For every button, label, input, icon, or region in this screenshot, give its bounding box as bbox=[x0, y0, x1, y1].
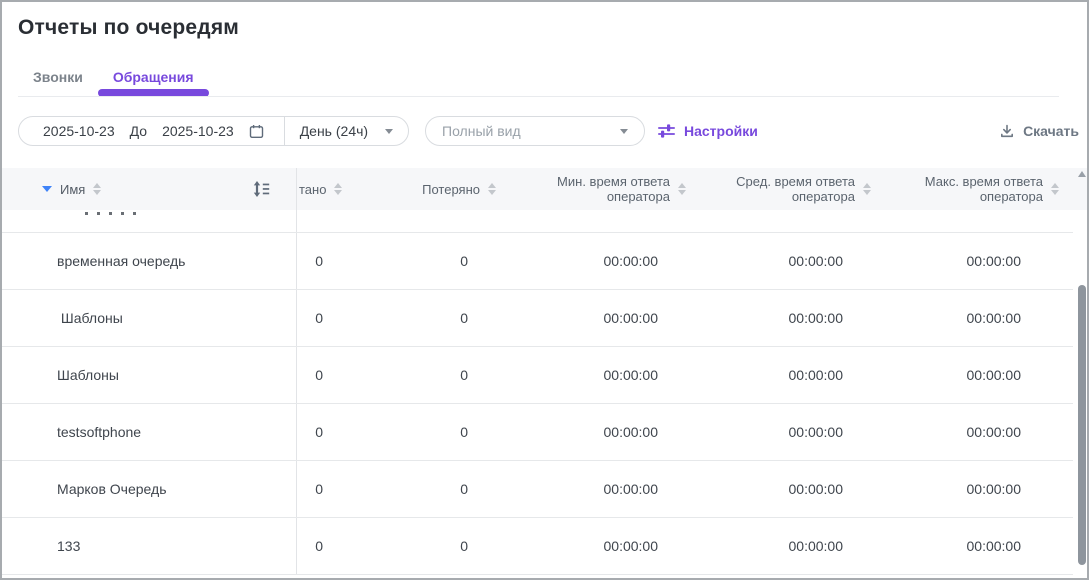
sort-icon[interactable] bbox=[1051, 183, 1059, 195]
tab-calls[interactable]: Звонки bbox=[18, 58, 98, 96]
handled-cell: 0 bbox=[297, 290, 365, 346]
sort-icon[interactable] bbox=[93, 183, 101, 195]
date-separator-label: До bbox=[130, 123, 147, 139]
chevron-down-icon bbox=[620, 129, 628, 134]
sort-icon[interactable] bbox=[334, 183, 342, 195]
column-header-lost[interactable]: Потеряно bbox=[365, 168, 510, 210]
min-response-cell: 00:00:00 bbox=[510, 404, 700, 460]
table-row[interactable]: Шаблоны 0 0 00:00:00 00:00:00 00:00:00 bbox=[2, 290, 1073, 347]
table-row[interactable]: Шаблоны 0 0 00:00:00 00:00:00 00:00:00 bbox=[2, 347, 1073, 404]
column-label: тано bbox=[299, 182, 326, 197]
download-label: Скачать bbox=[1023, 123, 1079, 139]
download-icon bbox=[999, 123, 1015, 139]
table-row[interactable]: 133 0 0 00:00:00 00:00:00 00:00:00 bbox=[2, 518, 1073, 575]
max-response-cell: 00:00:00 bbox=[885, 233, 1073, 289]
queue-name-cell: Шаблоны bbox=[2, 347, 297, 403]
handled-cell: 0 bbox=[297, 347, 365, 403]
column-header-max-response[interactable]: Макс. время ответа оператора bbox=[885, 168, 1087, 210]
max-response-cell: 00:00:00 bbox=[885, 404, 1073, 460]
column-label: Потеряно bbox=[422, 182, 480, 197]
scroll-up-arrow-icon[interactable] bbox=[1078, 171, 1086, 177]
lost-cell: 0 bbox=[365, 290, 510, 346]
view-mode-selected-value: Полный вид bbox=[442, 123, 521, 139]
max-response-cell: 00:00:00 bbox=[885, 347, 1073, 403]
table-row[interactable]: Марков Очередь 0 0 00:00:00 00:00:00 00:… bbox=[2, 461, 1073, 518]
sort-icon[interactable] bbox=[678, 183, 686, 195]
page-title: Отчеты по очередям bbox=[18, 16, 239, 40]
sliders-icon bbox=[658, 124, 675, 138]
lost-cell: 0 bbox=[365, 461, 510, 517]
handled-cell: 0 bbox=[297, 518, 365, 574]
column-header-avg-response[interactable]: Сред. время ответа оператора bbox=[700, 168, 885, 210]
min-response-cell: 00:00:00 bbox=[510, 347, 700, 403]
column-header-name[interactable]: Имя bbox=[2, 168, 297, 210]
queue-name-cell: 133 bbox=[2, 518, 297, 574]
min-response-cell: 00:00:00 bbox=[510, 518, 700, 574]
date-from-field[interactable]: 2025-10-23 bbox=[43, 123, 115, 139]
lost-cell: 0 bbox=[365, 518, 510, 574]
chevron-down-icon bbox=[385, 129, 393, 134]
table-row-clipped[interactable] bbox=[2, 210, 1073, 233]
avg-response-cell: 00:00:00 bbox=[700, 518, 885, 574]
tab-bar: Звонки Обращения bbox=[18, 58, 209, 96]
settings-label: Настройки bbox=[684, 123, 758, 139]
avg-response-cell: 00:00:00 bbox=[700, 347, 885, 403]
max-response-cell: 00:00:00 bbox=[885, 461, 1073, 517]
lost-cell: 0 bbox=[365, 233, 510, 289]
queue-name-cell: Шаблоны bbox=[2, 290, 297, 346]
avg-response-cell: 00:00:00 bbox=[700, 233, 885, 289]
date-range-and-interval-picker: 2025-10-23 До 2025-10-23 День (24ч) bbox=[18, 116, 409, 146]
lost-cell: 0 bbox=[365, 347, 510, 403]
date-to-field[interactable]: 2025-10-23 bbox=[162, 123, 234, 139]
tabs-divider bbox=[18, 96, 1059, 97]
queue-reports-window: Отчеты по очередям Звонки Обращения 2025… bbox=[0, 0, 1089, 580]
queue-name-cell: testsoftphone bbox=[2, 404, 297, 460]
queue-name-cell bbox=[2, 210, 297, 232]
queue-name-cell: временная очередь bbox=[2, 233, 297, 289]
vertical-scrollbar[interactable] bbox=[1077, 168, 1087, 578]
min-response-cell: 00:00:00 bbox=[510, 461, 700, 517]
calendar-icon[interactable] bbox=[249, 124, 264, 139]
column-label: Сред. время ответа оператора bbox=[736, 174, 855, 204]
table-row[interactable]: временная очередь 0 0 00:00:00 00:00:00 … bbox=[2, 233, 1073, 290]
max-response-cell: 00:00:00 bbox=[885, 290, 1073, 346]
settings-button[interactable]: Настройки bbox=[658, 116, 758, 146]
table-row[interactable]: testsoftphone 0 0 00:00:00 00:00:00 00:0… bbox=[2, 404, 1073, 461]
table-header-row: Имя тано Потеряно Мин. время ответа оп bbox=[2, 168, 1087, 210]
column-header-handled-clipped[interactable]: тано bbox=[297, 168, 365, 210]
avg-response-cell: 00:00:00 bbox=[700, 461, 885, 517]
download-button[interactable]: Скачать bbox=[999, 116, 1079, 146]
sort-icon[interactable] bbox=[863, 183, 871, 195]
tab-appeals[interactable]: Обращения bbox=[98, 58, 209, 96]
handled-cell: 0 bbox=[297, 461, 365, 517]
interval-selected-value: День (24ч) bbox=[300, 123, 368, 139]
column-header-min-response[interactable]: Мин. время ответа оператора bbox=[510, 168, 700, 210]
column-label: Мин. время ответа оператора bbox=[557, 174, 670, 204]
max-response-cell: 00:00:00 bbox=[885, 518, 1073, 574]
avg-response-cell: 00:00:00 bbox=[700, 404, 885, 460]
clipped-row-text-fragments bbox=[85, 212, 140, 215]
column-label: Макс. время ответа оператора bbox=[925, 174, 1043, 204]
queue-name-cell: Марков Очередь bbox=[2, 461, 297, 517]
handled-cell: 0 bbox=[297, 233, 365, 289]
sort-order-icon[interactable] bbox=[252, 181, 270, 197]
sort-icon[interactable] bbox=[488, 183, 496, 195]
active-sort-caret-icon[interactable] bbox=[42, 186, 52, 192]
min-response-cell: 00:00:00 bbox=[510, 290, 700, 346]
lost-cell: 0 bbox=[365, 404, 510, 460]
handled-cell: 0 bbox=[297, 404, 365, 460]
view-mode-select[interactable]: Полный вид bbox=[425, 116, 645, 146]
column-label: Имя bbox=[60, 182, 85, 197]
interval-select[interactable]: День (24ч) bbox=[285, 117, 408, 145]
min-response-cell: 00:00:00 bbox=[510, 233, 700, 289]
date-range-picker[interactable]: 2025-10-23 До 2025-10-23 bbox=[19, 117, 284, 145]
table-body: временная очередь 0 0 00:00:00 00:00:00 … bbox=[2, 210, 1073, 575]
scrollbar-thumb[interactable] bbox=[1078, 285, 1086, 565]
avg-response-cell: 00:00:00 bbox=[700, 290, 885, 346]
